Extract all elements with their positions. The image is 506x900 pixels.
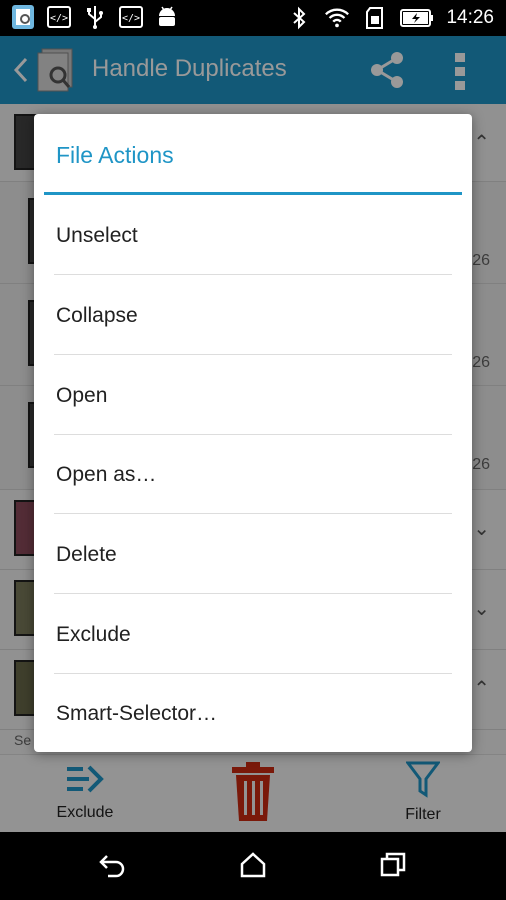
menu-item-label: Smart-Selector…	[56, 702, 218, 725]
menu-item-exclude[interactable]: Exclude	[34, 595, 472, 675]
menu-item-open-as[interactable]: Open as…	[34, 435, 472, 515]
title-divider	[44, 192, 462, 195]
recent-apps-icon[interactable]	[380, 852, 406, 883]
back-icon[interactable]	[98, 852, 126, 883]
divider	[54, 593, 452, 594]
sd-card-icon	[362, 5, 388, 31]
svg-text:</>: </>	[50, 13, 68, 24]
wifi-icon	[324, 5, 350, 31]
dialog-title: File Actions	[56, 142, 174, 168]
divider	[54, 274, 452, 275]
clock: 14:26	[446, 7, 494, 28]
menu-item-label: Open as…	[56, 463, 157, 486]
menu-item-label: Open	[56, 384, 108, 407]
divider	[54, 513, 452, 514]
battery-charging-icon	[400, 5, 434, 31]
navigation-bar	[0, 832, 506, 900]
menu-item-label: Collapse	[56, 304, 138, 327]
menu-item-unselect[interactable]: Unselect	[34, 196, 472, 276]
menu-item-collapse[interactable]: Collapse	[34, 276, 472, 356]
menu-item-smart-selector[interactable]: Smart-Selector…	[34, 674, 472, 754]
svg-text:</>: </>	[122, 13, 140, 24]
menu-item-delete[interactable]: Delete	[34, 515, 472, 595]
usb-icon	[82, 4, 108, 30]
menu-item-label: Unselect	[56, 224, 138, 247]
bluetooth-icon	[286, 5, 312, 31]
android-icon	[154, 4, 180, 30]
menu-item-label: Exclude	[56, 623, 131, 646]
menu-item-label: Delete	[56, 543, 117, 566]
divider	[54, 354, 452, 355]
status-bar: </> </> 14:26	[0, 0, 506, 36]
code-icon: </>	[118, 4, 144, 30]
code-icon: </>	[46, 4, 72, 30]
app-notification-icon	[10, 4, 36, 30]
home-icon[interactable]	[240, 852, 266, 883]
menu-item-open[interactable]: Open	[34, 356, 472, 436]
file-actions-dialog: File Actions Unselect Collapse Open Open…	[34, 114, 472, 752]
